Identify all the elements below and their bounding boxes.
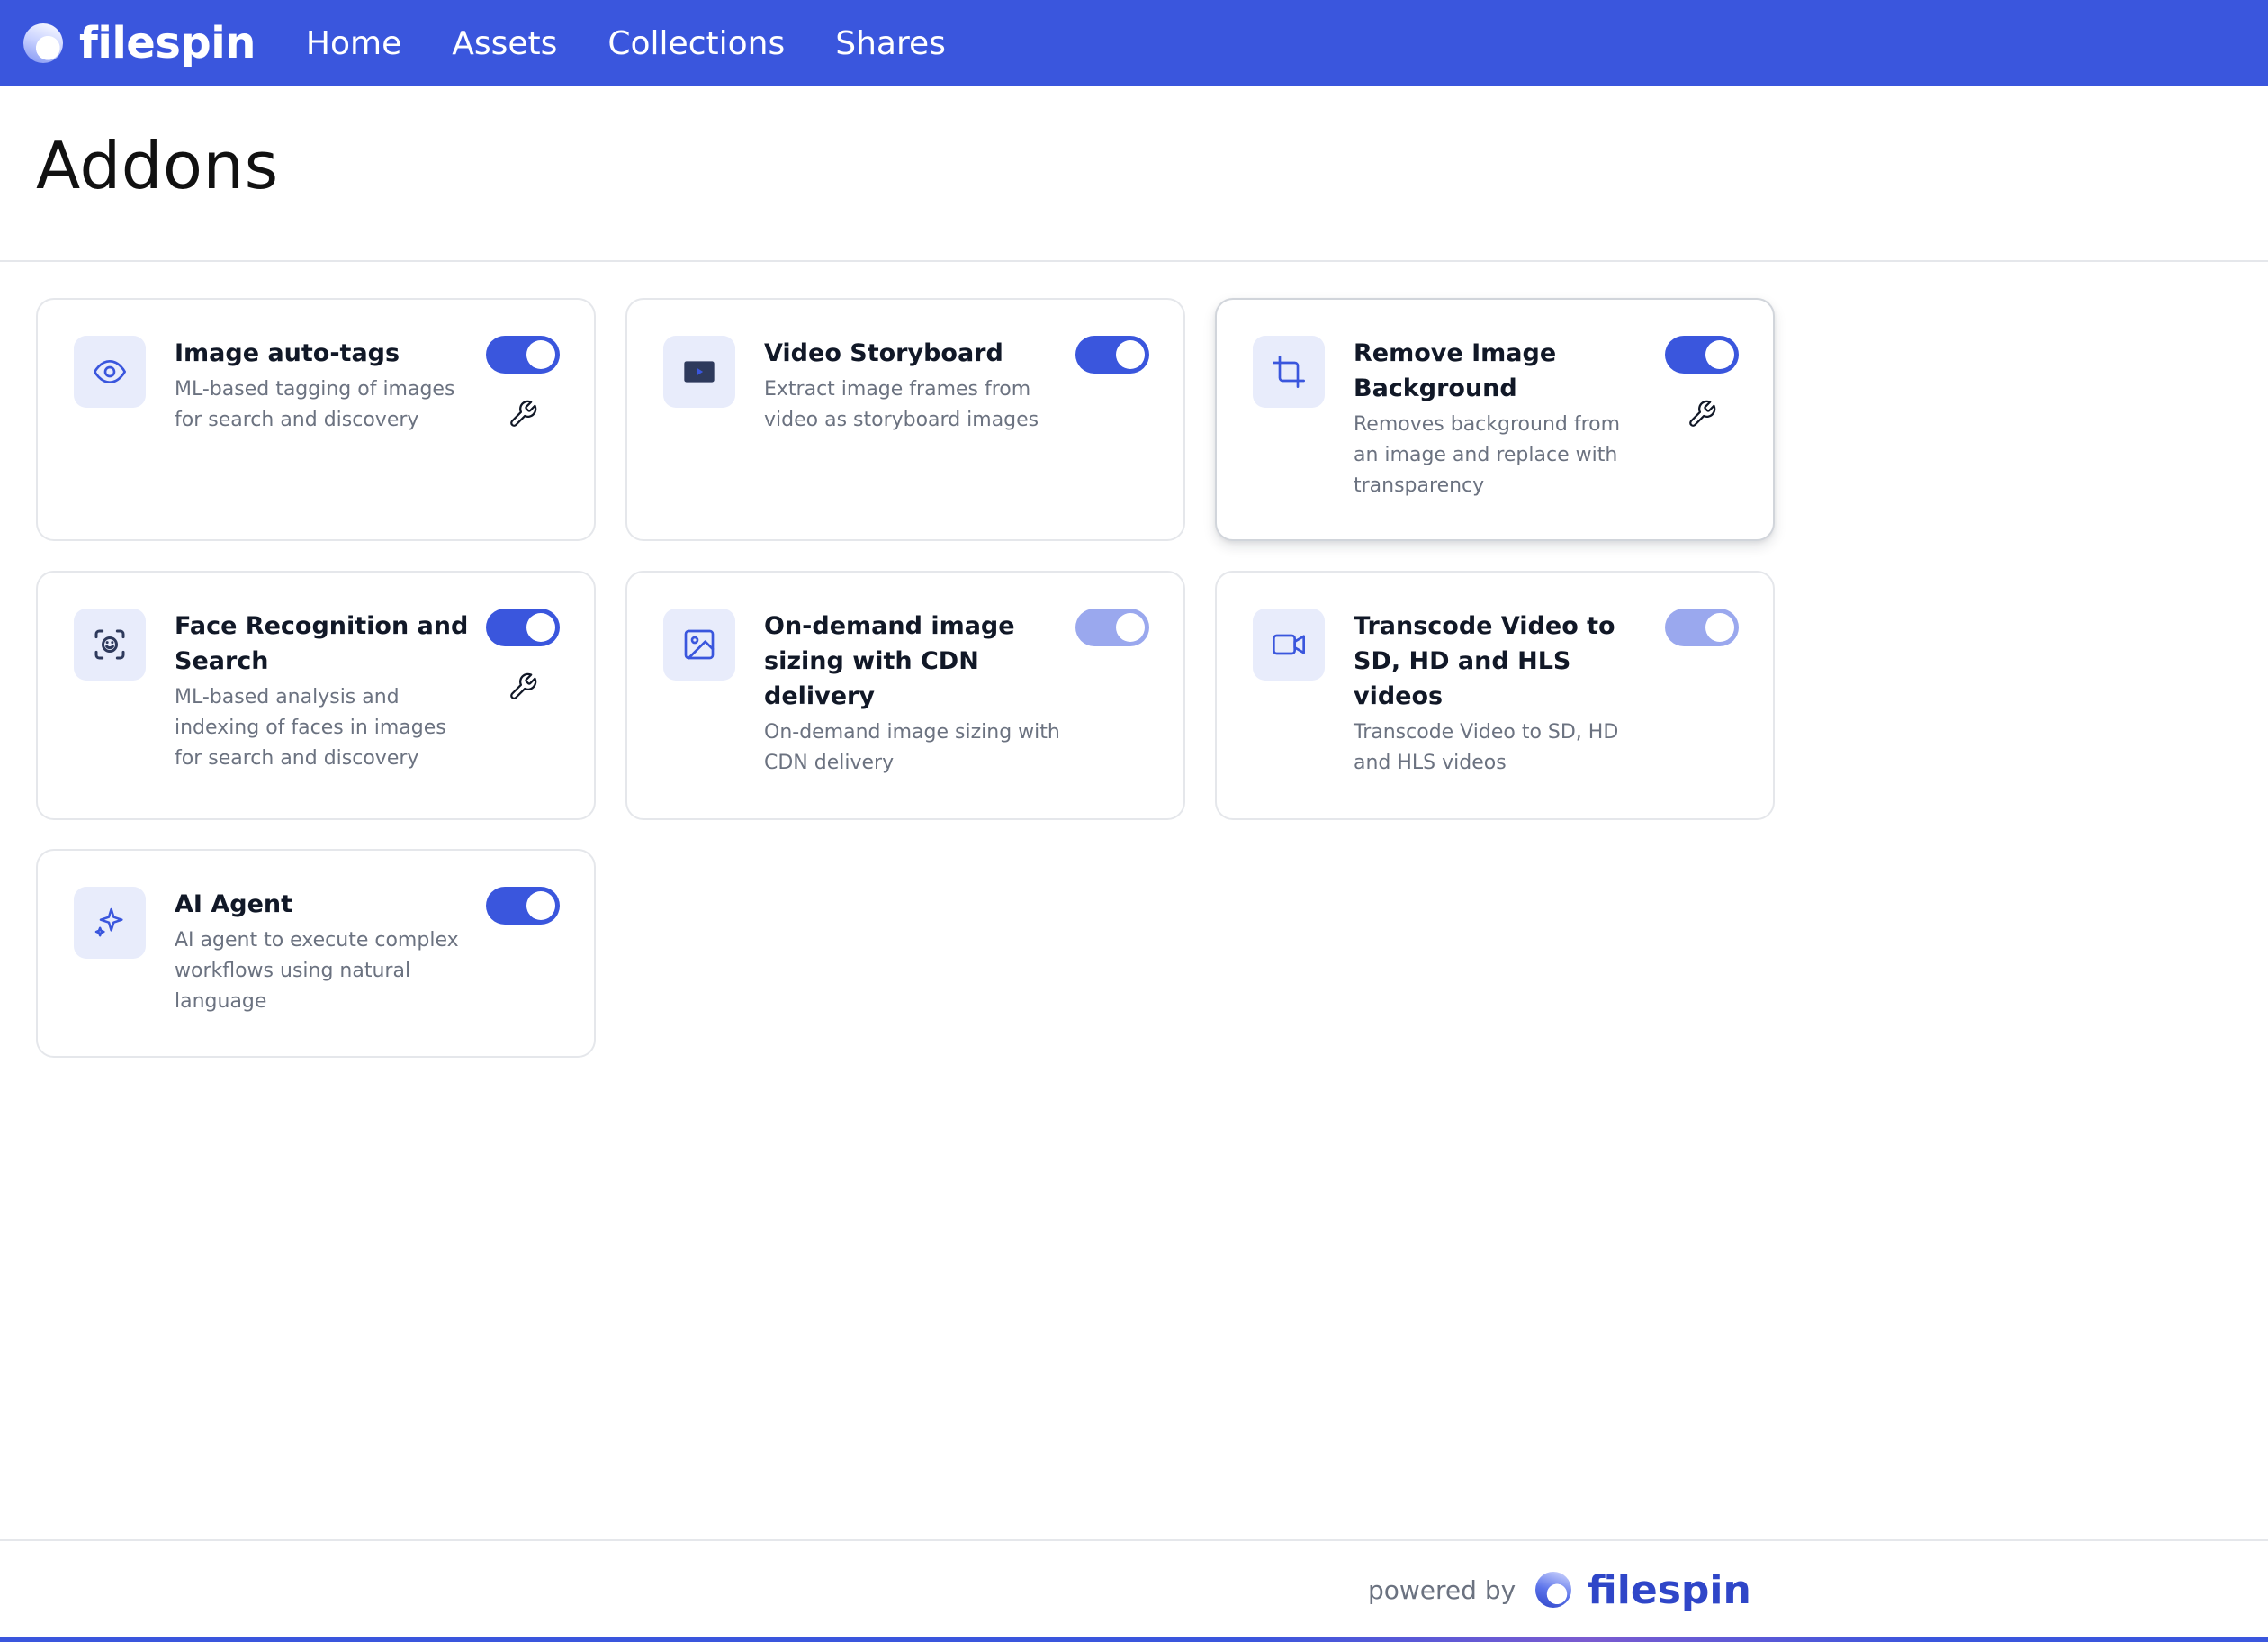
bottom-accent-strip: [0, 1637, 2268, 1642]
footer-powered-by[interactable]: powered by filespin: [1368, 1565, 1751, 1615]
wrench-settings-icon[interactable]: [508, 399, 538, 429]
addon-toggle[interactable]: [1076, 336, 1149, 374]
page-title: Addons: [36, 128, 279, 203]
nav-shares[interactable]: Shares: [835, 25, 946, 62]
addon-card-face-recognition: Face Recognition and Search ML-based ana…: [36, 571, 596, 820]
addon-name: Transcode Video to SD, HD and HLS videos: [1354, 612, 1616, 710]
sparkle-icon: [94, 907, 123, 937]
addon-name: Face Recognition and Search: [175, 612, 469, 675]
nav-home[interactable]: Home: [306, 25, 401, 62]
addon-name: AI Agent: [175, 890, 293, 918]
toggle-knob: [1706, 613, 1734, 642]
addon-description: Transcode Video to SD, HD and HLS videos: [1354, 721, 1619, 774]
addon-icon-tile: [663, 609, 735, 681]
addon-icon-tile: [74, 336, 146, 408]
addon-toggle[interactable]: [1076, 609, 1149, 646]
footer-divider: [0, 1539, 2268, 1541]
toggle-knob: [1116, 340, 1145, 369]
addon-name: Remove Image Background: [1354, 339, 1557, 402]
addon-toggle[interactable]: [486, 887, 560, 925]
toggle-knob: [526, 613, 555, 642]
brand-name: filespin: [79, 18, 256, 68]
addon-name: Video Storyboard: [764, 339, 1004, 367]
crop-icon: [1273, 356, 1305, 388]
filespin-logo-icon: [1535, 1572, 1572, 1608]
addon-name: Image auto-tags: [175, 339, 400, 367]
addon-card-on-demand-image-sizing: On-demand image sizing with CDN delivery…: [626, 571, 1185, 820]
addon-description: Removes background from an image and rep…: [1354, 413, 1621, 497]
wrench-settings-icon[interactable]: [1687, 399, 1717, 429]
addon-icon-tile: [74, 609, 146, 681]
title-divider: [0, 260, 2268, 262]
addon-name: On-demand image sizing with CDN delivery: [764, 612, 1015, 710]
filespin-logo-icon: [23, 23, 63, 63]
addon-card-remove-image-background: Remove Image Background Removes backgrou…: [1215, 298, 1775, 541]
nav-assets[interactable]: Assets: [452, 25, 557, 62]
toggle-knob: [526, 891, 555, 920]
nav-collections[interactable]: Collections: [608, 25, 785, 62]
powered-by-label: powered by: [1368, 1574, 1516, 1605]
addon-card-ai-agent: AI Agent AI agent to execute complex wor…: [36, 849, 596, 1058]
addon-toggle[interactable]: [1665, 609, 1739, 646]
addon-description: AI agent to execute complex workflows us…: [175, 929, 459, 1013]
addon-icon-tile: [1253, 336, 1325, 408]
addon-toggle[interactable]: [486, 609, 560, 646]
top-navbar: filespin Home Assets Collections Shares: [0, 0, 2268, 86]
addon-card-video-storyboard: Video Storyboard Extract image frames fr…: [626, 298, 1185, 541]
eye-icon: [94, 360, 127, 383]
addon-description: ML-based analysis and indexing of faces …: [175, 686, 446, 770]
addon-toggle[interactable]: [1665, 336, 1739, 374]
toggle-knob: [1706, 340, 1734, 369]
addon-toggle[interactable]: [486, 336, 560, 374]
footer-brand-name: filespin: [1588, 1566, 1751, 1613]
toggle-knob: [526, 340, 555, 369]
addon-icon-tile: [663, 336, 735, 408]
addon-icon-tile: [74, 887, 146, 959]
video-camera-icon: [1273, 634, 1305, 655]
addon-description: Extract image frames from video as story…: [764, 378, 1040, 431]
face-scan-icon: [94, 629, 125, 660]
addons-page: filespin Home Assets Collections Shares …: [0, 0, 2268, 1642]
addon-description: ML-based tagging of images for search an…: [175, 378, 455, 431]
addon-card-transcode-video: Transcode Video to SD, HD and HLS videos…: [1215, 571, 1775, 820]
toggle-knob: [1116, 613, 1145, 642]
brand-logo[interactable]: filespin: [23, 18, 256, 68]
storyboard-icon: [684, 361, 715, 383]
wrench-settings-icon[interactable]: [508, 672, 538, 702]
image-icon: [684, 629, 715, 660]
addon-card-image-auto-tags: Image auto-tags ML-based tagging of imag…: [36, 298, 596, 541]
addon-description: On-demand image sizing with CDN delivery: [764, 721, 1060, 774]
addon-icon-tile: [1253, 609, 1325, 681]
